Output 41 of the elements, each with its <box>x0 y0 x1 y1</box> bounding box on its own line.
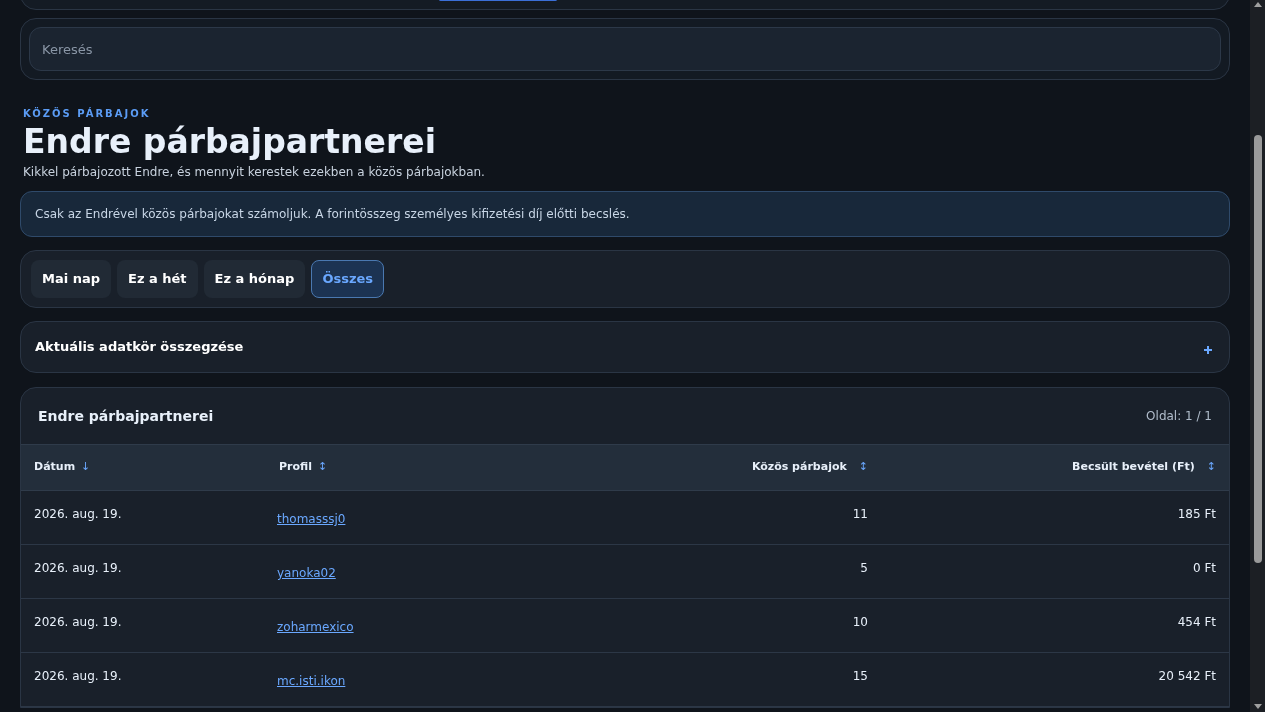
table-title: Endre párbajpartnerei <box>38 406 214 426</box>
duels-cell: 10 <box>852 615 868 629</box>
page-title: Endre párbajpartnerei <box>23 121 437 163</box>
revenue-cell: 0 Ft <box>1192 561 1216 575</box>
sort-icon[interactable]: ↕ <box>317 459 328 476</box>
period-tab[interactable]: Mai nap <box>31 260 112 298</box>
search-field[interactable]: Keresés <box>29 27 1221 71</box>
date-cell: 2026. aug. 19. <box>34 615 122 629</box>
date-cell: 2026. aug. 19. <box>34 669 122 683</box>
duels-cell: 5 <box>860 561 868 575</box>
duels-cell: 15 <box>852 669 868 683</box>
sort-icon[interactable]: ↕ <box>858 459 868 476</box>
scroll-up-icon[interactable] <box>1253 2 1262 7</box>
expand-icon[interactable] <box>1203 345 1213 355</box>
revenue-cell: 20 542 Ft <box>1158 669 1216 683</box>
page-subtitle: Kikkel párbajozott Endre, és mennyit kerestek ezekben a közös párbajokban. <box>23 164 486 181</box>
column-header[interactable]: Közös párbajok <box>751 459 847 476</box>
period-tab[interactable]: Ez a hét <box>117 260 198 298</box>
info-banner: Csak az Endrével közös párbajokat számoljuk. A forintösszeg személyes kifizetési díj előtti becslés. <box>20 191 1230 237</box>
scroll-down-icon[interactable] <box>1253 704 1262 709</box>
profile-link[interactable]: thomasssj0 <box>277 512 346 526</box>
scrollbar[interactable] <box>1250 0 1265 712</box>
column-header[interactable]: Becsült bevétel (Ft) <box>1072 459 1195 476</box>
column-header[interactable]: Profil <box>279 459 312 476</box>
revenue-cell: 185 Ft <box>1177 507 1216 521</box>
date-cell: 2026. aug. 19. <box>34 507 122 521</box>
page-indicator: Oldal: 1 / 1 <box>1146 408 1212 425</box>
sort-icon[interactable]: ↕ <box>1206 459 1216 476</box>
revenue-cell: 454 Ft <box>1177 615 1216 629</box>
summary-title: Aktuális adatkör összegzése <box>35 338 244 357</box>
sort-icon[interactable]: ↓ <box>81 459 91 476</box>
profile-link[interactable]: yanoka02 <box>277 566 336 580</box>
duels-cell: 11 <box>852 507 868 521</box>
date-cell: 2026. aug. 19. <box>34 561 122 575</box>
summary-panel[interactable]: Aktuális adatkör összegzése <box>20 321 1230 373</box>
column-header[interactable]: Dátum <box>34 459 76 476</box>
profile-link[interactable]: zoharmexico <box>277 620 354 634</box>
period-tab[interactable]: Összes <box>311 260 385 298</box>
profile-link[interactable]: mc.isti.ikon <box>277 674 346 688</box>
section-label: KÖZÖS PÁRBAJOK <box>23 106 152 121</box>
period-tab[interactable]: Ez a hónap <box>203 260 306 298</box>
